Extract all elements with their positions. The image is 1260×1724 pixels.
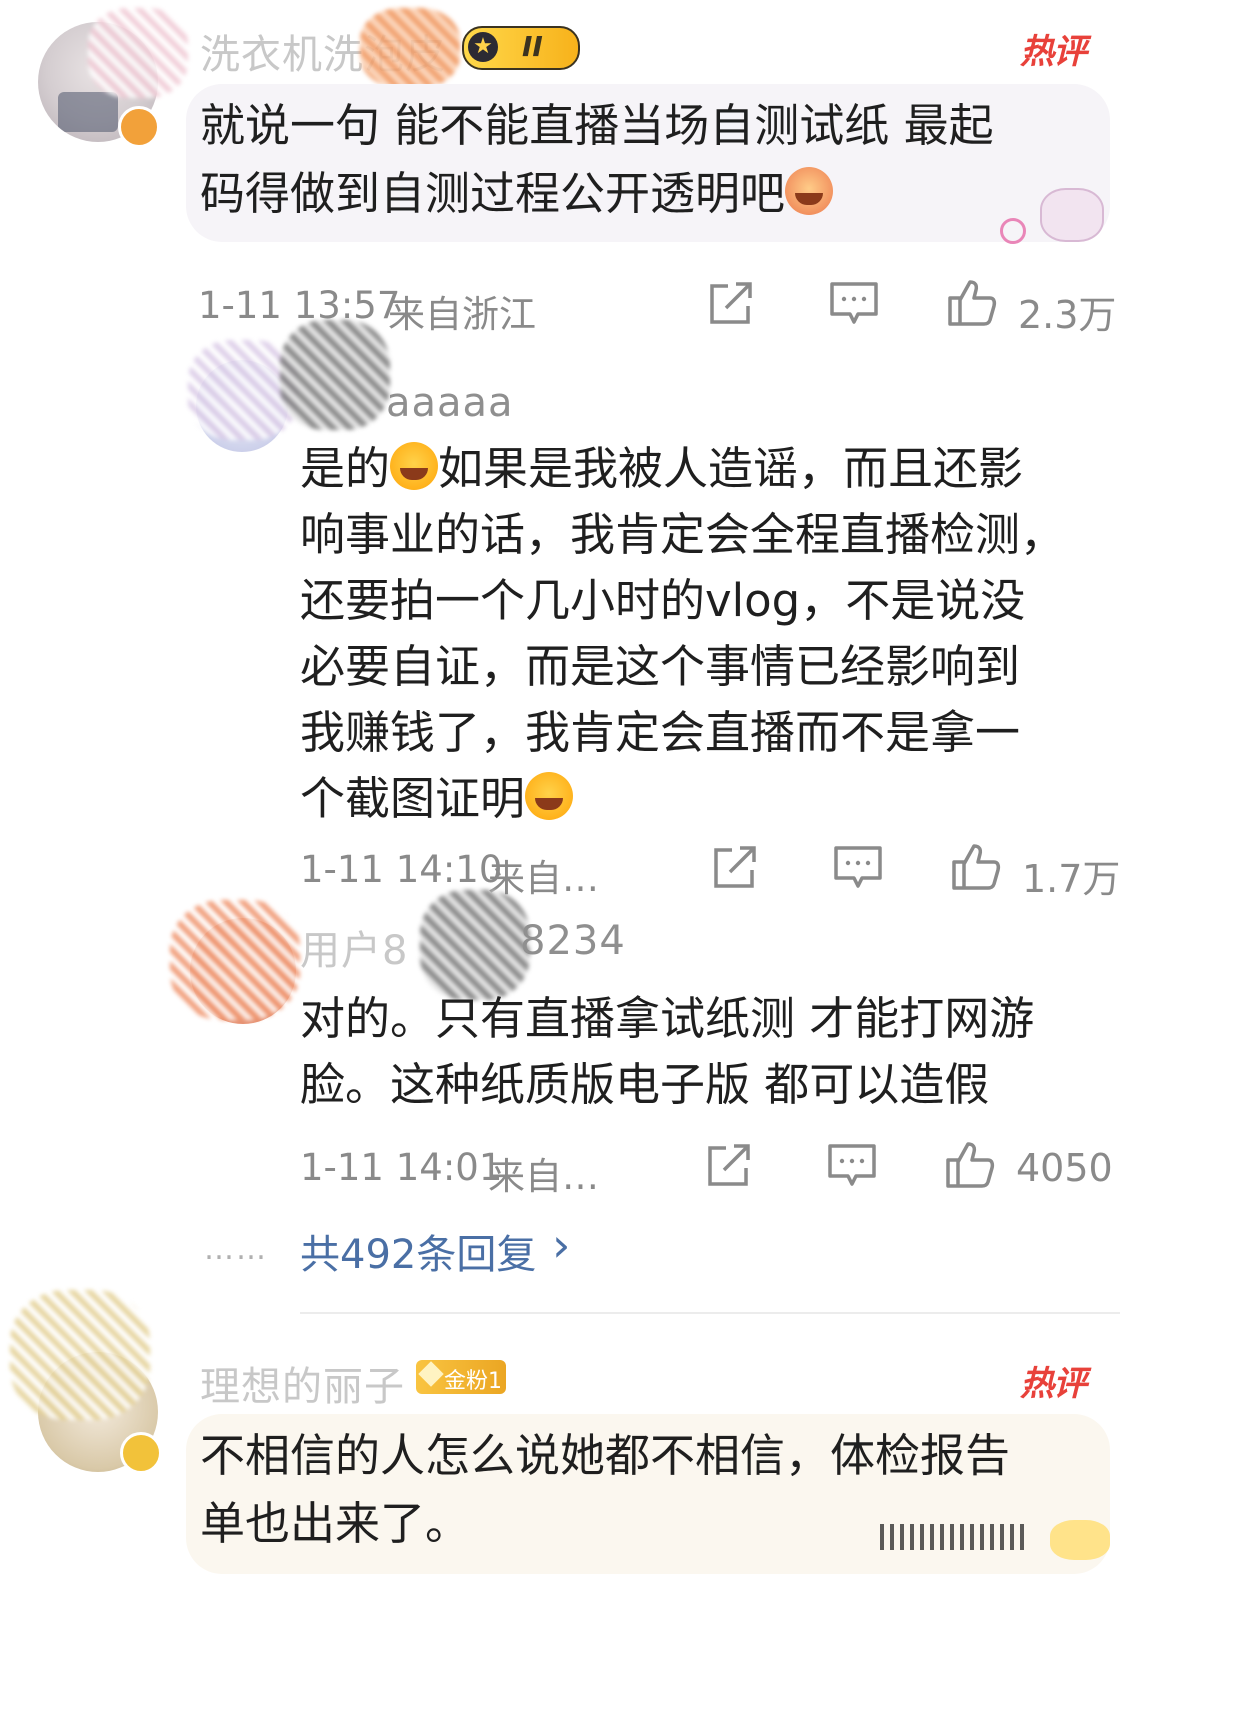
username-tail: 8234 — [520, 918, 626, 964]
reply-location: 来自… — [488, 1155, 599, 1198]
comment-icon[interactable] — [828, 280, 880, 328]
verified-badge-icon — [120, 1432, 162, 1474]
username-mosaic — [420, 890, 530, 1000]
avatar-mosaic — [88, 8, 188, 98]
comment-icon[interactable] — [832, 844, 884, 892]
thumbs-up-icon[interactable] — [950, 842, 1002, 890]
fan-badge-label: 金粉1 — [444, 1369, 502, 1394]
more-replies-link[interactable]: 共492条回复 — [300, 1222, 536, 1280]
crown-icon: ★ — [468, 32, 498, 62]
level-badge-label: II — [522, 30, 543, 63]
level-badge: ★ II — [462, 26, 580, 70]
share-icon[interactable] — [710, 844, 762, 892]
like-count: 2.3万 — [1018, 293, 1117, 337]
username[interactable]: 理想的丽子 — [200, 1354, 405, 1412]
hot-comment-tag: 热评 — [1020, 32, 1087, 72]
reply-text-line: 我赚钱了，我肯定会直播而不是拿一 — [300, 706, 1021, 759]
comment-time: 1-11 13:57 — [198, 284, 401, 327]
fan-badge: 金粉1 — [416, 1360, 506, 1394]
avatar-mosaic — [10, 1290, 150, 1420]
reply-text-line: 响事业的话，我肯定会全程直播检测， — [300, 508, 1066, 561]
reply-text-line: 是的 如果是我被人造谣，而且还影 — [300, 442, 1024, 495]
username[interactable]: 用户8 — [300, 918, 408, 976]
comment-location: 来自浙江 — [388, 293, 536, 336]
avatar-mosaic — [170, 900, 300, 1020]
comment-text: 就说一句 能不能直播当场自测试纸 最起 码得做到自测过程公开透明吧 — [200, 92, 1100, 228]
like-count: 4050 — [1016, 1146, 1113, 1190]
share-icon[interactable] — [704, 1142, 756, 1190]
username[interactable]: aaaaa — [386, 380, 514, 426]
like-count: 1.7万 — [1022, 857, 1121, 901]
laughing-emoji-icon — [785, 167, 834, 215]
divider — [300, 1312, 1120, 1314]
hot-comment-tag: 热评 — [1020, 1364, 1087, 1404]
username-mosaic — [280, 320, 390, 430]
laughing-emoji-icon — [525, 772, 574, 820]
comment-icon[interactable] — [826, 1142, 878, 1190]
reply-time: 1-11 14:01 — [300, 1146, 503, 1189]
reply-text-line: 个截图证明 — [300, 766, 1120, 832]
reply-text: 是的 如果是我被人造谣，而且还影 响事业的话，我肯定会全程直播检测， 还要拍一个几… — [300, 436, 1120, 832]
reply-text-line: 脸。这种纸质版电子版 都可以造假 — [300, 1058, 990, 1111]
laughing-emoji-icon — [390, 442, 439, 490]
reply-text-line: 必要自证，而是这个事情已经影响到 — [300, 640, 1021, 693]
username-mosaic — [360, 8, 460, 88]
more-replies-dots: …… — [204, 1232, 268, 1267]
comment-text-line: 就说一句 能不能直播当场自测试纸 最起 — [200, 99, 994, 152]
sticker-decoration — [880, 1516, 1120, 1566]
share-icon[interactable] — [706, 280, 758, 328]
chevron-right-icon: › — [552, 1218, 571, 1272]
comment-text-line: 码得做到自测过程公开透明吧 — [200, 160, 1100, 228]
reply-text: 对的。只有直播拿试纸测 才能打网游 脸。这种纸质版电子版 都可以造假 — [300, 986, 1120, 1118]
comment-text-line: 不相信的人怎么说她都不相信，体检报告 — [200, 1429, 1011, 1482]
sticker-decoration — [970, 188, 1110, 244]
verified-badge-icon — [118, 106, 160, 148]
reply-time: 1-11 14:10 — [300, 848, 503, 891]
reply-text-line: 对的。只有直播拿试纸测 才能打网游 — [300, 992, 1035, 1045]
thumbs-up-icon[interactable] — [944, 1140, 996, 1188]
reply-text-line: 还要拍一个几小时的vlog，不是说没 — [300, 574, 1026, 627]
thumbs-up-icon[interactable] — [946, 278, 998, 326]
diamond-icon — [418, 1361, 444, 1387]
